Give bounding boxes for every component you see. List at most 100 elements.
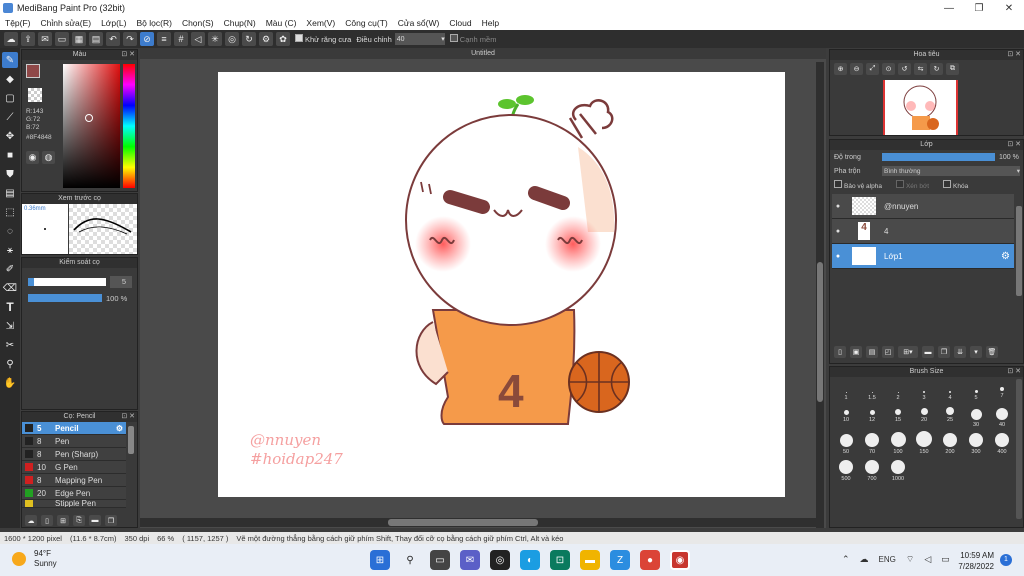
hue-slider[interactable]	[123, 64, 135, 188]
rotate-left-icon[interactable]: ↺	[898, 63, 911, 75]
medibang-icon[interactable]: ◉	[670, 550, 690, 570]
duplicate-icon[interactable]: ❐	[105, 515, 117, 526]
layer-row[interactable]: ● 4 4	[832, 219, 1014, 244]
grid-snap-icon[interactable]: #	[174, 32, 188, 46]
eyedropper-icon[interactable]: ⚲	[2, 356, 18, 372]
blend-mode-select[interactable]: Bình thường ▾	[882, 166, 1020, 176]
brush-opacity-slider[interactable]	[28, 294, 102, 302]
teams-icon[interactable]: ✉	[460, 550, 480, 570]
menu-cloud[interactable]: Cloud	[444, 18, 476, 28]
lasso-tool-icon[interactable]: ◌	[2, 223, 18, 239]
radial-snap-icon[interactable]: ✳	[208, 32, 222, 46]
magic-wand-icon[interactable]: ⚹	[2, 242, 18, 258]
chat-icon[interactable]: ▭	[55, 32, 69, 46]
chevron-up-icon[interactable]: ⌃	[842, 554, 850, 565]
store-icon[interactable]: ⊡	[550, 550, 570, 570]
brush-size-option[interactable]: 7	[989, 377, 1015, 399]
brush-size-option[interactable]: 5	[963, 377, 989, 401]
battery-icon[interactable]: ▭	[941, 554, 950, 565]
rotate-right-icon[interactable]: ↻	[930, 63, 943, 75]
transparent-swatch[interactable]	[28, 88, 42, 102]
gear-icon[interactable]: ⚙	[1001, 251, 1010, 262]
share-icon[interactable]: ⇪	[21, 32, 35, 46]
folder-icon[interactable]: ▬	[922, 346, 934, 358]
start-icon[interactable]: ⊞	[370, 550, 390, 570]
text-tool-icon[interactable]: T	[2, 299, 18, 315]
copy-brush-icon[interactable]: ⎘	[73, 515, 85, 526]
zoom-out-icon[interactable]: ⊖	[850, 63, 863, 75]
vertical-scrollbar[interactable]	[816, 62, 824, 528]
dell-icon[interactable]: ◎	[490, 550, 510, 570]
bucket-tool-icon[interactable]: ⛊	[2, 166, 18, 182]
panel-menu-icon[interactable]: ⊡ ✕	[1007, 140, 1021, 150]
add-layer-menu-icon[interactable]: ⊞▾	[898, 346, 918, 358]
weather-text[interactable]: Sunny	[34, 559, 57, 569]
actual-size-icon[interactable]: ⊙	[882, 63, 895, 75]
color-wheel-icon[interactable]: ◍	[42, 151, 55, 164]
select-tool-icon[interactable]: ⬚	[2, 204, 18, 220]
clipping-checkbox[interactable]: Xén bớt	[895, 180, 929, 190]
eye-icon[interactable]: ●	[832, 253, 844, 260]
layer-row-selected[interactable]: ● Lớp1 ⚙	[832, 244, 1014, 269]
adjust-select[interactable]: 40 ▾	[394, 33, 445, 45]
new-8bit-layer-icon[interactable]: ▤	[866, 346, 878, 358]
circle-snap-icon[interactable]: ◎	[225, 32, 239, 46]
brush-item-edge-pen[interactable]: 20 Edge Pen	[22, 487, 126, 500]
brush-item-g-pen[interactable]: 10 G Pen	[22, 461, 126, 474]
brush-item-pencil[interactable]: 5 Pencil ⚙	[22, 422, 126, 435]
menu-filter[interactable]: Bộ lọc(R)	[132, 18, 177, 28]
panel-menu-icon[interactable]: ⊡ ✕	[1007, 367, 1021, 377]
gear-icon[interactable]: ⚙	[116, 424, 123, 433]
clock-date[interactable]: 7/28/2022	[952, 561, 994, 572]
protect-alpha-checkbox[interactable]: Bảo vệ alpha	[834, 180, 882, 190]
brush-size-option[interactable]: 1000	[885, 455, 911, 482]
notification-icon[interactable]: 1	[1000, 554, 1012, 566]
menu-select[interactable]: Chọn(S)	[177, 18, 219, 28]
smooth-checkbox[interactable]: Cạnh mềm	[449, 34, 496, 44]
brush-size-option[interactable]: 10	[833, 401, 859, 423]
panel-icon[interactable]: ▤	[89, 32, 103, 46]
brush-size-option[interactable]: 70	[859, 428, 885, 455]
cloud-sync-icon[interactable]: ☁	[860, 554, 869, 565]
brush-size-option[interactable]: 500	[833, 455, 859, 482]
menu-file[interactable]: Tệp(F)	[0, 18, 36, 28]
settings-icon[interactable]: ⚙	[259, 32, 273, 46]
menu-layer[interactable]: Lớp(L)	[96, 18, 131, 28]
brush-list-scrollbar[interactable]	[128, 426, 134, 454]
new-halftone-layer-icon[interactable]: ▣	[850, 346, 862, 358]
dot-tool-icon[interactable]: ▢	[2, 90, 18, 106]
brush-size-option[interactable]: 1.5	[859, 377, 885, 401]
redo-icon[interactable]: ↷	[123, 32, 137, 46]
brush-size-option[interactable]: 4	[937, 377, 963, 401]
menu-view[interactable]: Xem(V)	[301, 18, 340, 28]
brush-size-option[interactable]: 12	[859, 401, 885, 423]
brush-item-pen[interactable]: 8 Pen	[22, 435, 126, 448]
brush-tool-icon[interactable]: ✎	[2, 52, 18, 68]
primary-color-swatch[interactable]	[26, 64, 40, 78]
file-explorer-icon[interactable]: ▬	[580, 550, 600, 570]
brush-size-value[interactable]: 5	[110, 276, 132, 288]
delete-layer-icon[interactable]: 🗑	[986, 346, 998, 358]
brush-size-option[interactable]: 2	[885, 377, 911, 401]
brush-size-option[interactable]: 400	[989, 428, 1015, 455]
folder-icon[interactable]: ▬	[89, 515, 101, 526]
operation-tool-icon[interactable]: ⇲	[2, 318, 18, 334]
hand-tool-icon[interactable]: ✋	[2, 375, 18, 391]
undo-icon[interactable]: ↶	[106, 32, 120, 46]
comment-icon[interactable]: ✉	[38, 32, 52, 46]
palette-icon[interactable]: ◉	[26, 151, 39, 164]
brush-size-option[interactable]: 1	[833, 377, 859, 401]
drawing-canvas[interactable]: 4 @nnuyen #hoidap247	[218, 72, 785, 497]
cloud-icon[interactable]: ☁	[4, 32, 18, 46]
antialias-checkbox[interactable]: Khử răng cưa	[295, 34, 351, 44]
layer-properties-icon[interactable]: ▾	[970, 346, 982, 358]
menu-window[interactable]: Cửa sổ(W)	[393, 18, 445, 28]
brush-size-option[interactable]: 15	[885, 401, 911, 423]
menu-edit[interactable]: Chỉnh sửa(E)	[36, 18, 97, 28]
layer-opacity-slider[interactable]	[882, 153, 995, 161]
panel-menu-icon[interactable]: ⊡ ✕	[121, 50, 135, 60]
layer-row[interactable]: ● @nnuyen	[832, 194, 1014, 219]
brush-size-scrollbar[interactable]	[1016, 379, 1022, 519]
perspective-snap-icon[interactable]: ◁	[191, 32, 205, 46]
new-layer-icon[interactable]: ▯	[834, 346, 846, 358]
